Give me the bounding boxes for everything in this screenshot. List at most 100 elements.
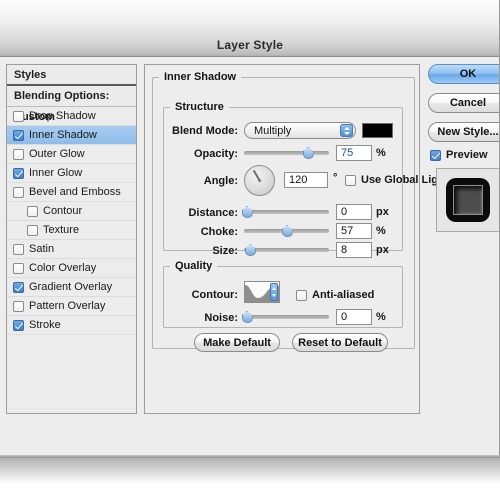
dialog-title: Layer Style: [216, 38, 284, 52]
size-slider-knob[interactable]: [244, 244, 256, 256]
effect-row[interactable]: Texture: [7, 221, 136, 240]
distance-slider-knob[interactable]: [241, 206, 253, 218]
effect-label: Pattern Overlay: [29, 300, 106, 312]
checkbox-icon[interactable]: [27, 205, 38, 217]
distance-label: Distance:: [188, 207, 238, 219]
styles-header[interactable]: Styles: [7, 65, 136, 86]
effect-row[interactable]: Color Overlay: [7, 259, 136, 278]
checkbox-icon[interactable]: [27, 224, 38, 236]
styles-panel: Styles Blending Options: Custom Drop Sha…: [6, 64, 137, 414]
effect-label: Contour: [43, 205, 83, 217]
blend-mode-value: Multiply: [254, 124, 292, 137]
size-slider[interactable]: [244, 243, 329, 257]
checkbox-icon: [345, 174, 356, 186]
noise-unit: %: [376, 311, 386, 323]
distance-input[interactable]: 0: [336, 204, 372, 220]
preview-label: Preview: [446, 149, 488, 161]
preview-shape: [446, 178, 490, 222]
ok-button[interactable]: OK: [428, 64, 499, 84]
checkbox-icon[interactable]: [13, 129, 24, 141]
checkbox-icon[interactable]: [13, 167, 24, 179]
angle-dial-hub: [258, 179, 261, 182]
effect-row[interactable]: Stroke: [7, 316, 136, 335]
effect-row[interactable]: Inner Glow: [7, 164, 136, 183]
effect-label: Outer Glow: [29, 148, 85, 160]
effect-label: Bevel and Emboss: [29, 186, 121, 198]
inner-shadow-group-title: Inner Shadow: [164, 71, 237, 83]
quality-group: Quality Contour: Anti-aliased Noise: 0 %: [163, 260, 403, 328]
blend-mode-label: Blend Mode:: [172, 125, 238, 137]
noise-label: Noise:: [204, 312, 238, 324]
choke-slider-knob[interactable]: [281, 225, 293, 237]
structure-group-title: Structure: [175, 101, 224, 113]
effect-label: Color Overlay: [29, 262, 97, 274]
opacity-slider[interactable]: [244, 146, 329, 160]
effect-label: Drop Shadow: [29, 110, 96, 122]
structure-group: Structure Blend Mode: Multiply Opacity: …: [163, 101, 448, 258]
effect-row[interactable]: Gradient Overlay: [7, 278, 136, 297]
opacity-input[interactable]: 75: [336, 145, 372, 161]
size-slider-track: [244, 248, 329, 252]
effect-row[interactable]: Satin: [7, 240, 136, 259]
checkbox-icon: [430, 149, 441, 161]
angle-input[interactable]: 120: [284, 172, 328, 188]
anti-aliased-checkbox[interactable]: Anti-aliased: [296, 289, 374, 301]
choke-input[interactable]: 57: [336, 223, 372, 239]
checkbox-icon[interactable]: [13, 262, 24, 274]
choke-unit: %: [376, 225, 386, 237]
checkbox-icon[interactable]: [13, 110, 24, 122]
make-default-button[interactable]: Make Default: [194, 333, 280, 352]
checkbox-icon[interactable]: [13, 319, 24, 331]
anti-aliased-label: Anti-aliased: [312, 289, 375, 301]
effect-label: Gradient Overlay: [29, 281, 113, 293]
checkbox-icon[interactable]: [13, 148, 24, 160]
preview-thumbnail: [436, 168, 499, 232]
new-style-button[interactable]: New Style...: [428, 122, 499, 142]
noise-input[interactable]: 0: [336, 309, 372, 325]
shadow-color-swatch[interactable]: [362, 123, 393, 138]
effect-label: Stroke: [29, 319, 61, 331]
distance-slider[interactable]: [241, 205, 329, 219]
contour-preset-picker[interactable]: [244, 281, 280, 303]
opacity-label: Opacity:: [193, 148, 238, 160]
effects-list: Drop Shadow Inner Shadow Outer Glow Inner G…: [7, 107, 136, 335]
contour-label: Contour:: [191, 289, 238, 301]
checkbox-icon[interactable]: [13, 243, 24, 255]
blend-mode-select[interactable]: Multiply: [244, 122, 356, 139]
blending-options-row[interactable]: Blending Options: Custom: [7, 86, 136, 123]
checkbox-icon[interactable]: [13, 186, 24, 198]
cancel-button[interactable]: Cancel: [428, 93, 499, 113]
noise-slider[interactable]: [241, 310, 329, 324]
size-unit: px: [376, 244, 389, 256]
chevron-updown-icon: [270, 283, 278, 301]
dialog-drop-shadow: [0, 458, 500, 484]
effect-row[interactable]: Contour: [7, 202, 136, 221]
distance-unit: px: [376, 206, 389, 218]
checkbox-icon[interactable]: [13, 300, 24, 312]
effect-label: Inner Shadow: [29, 129, 97, 141]
distance-slider-track: [244, 210, 329, 214]
effect-row[interactable]: Inner Shadow: [7, 126, 136, 145]
angle-unit: °: [333, 172, 338, 184]
angle-dial[interactable]: [244, 165, 275, 196]
reset-to-default-button[interactable]: Reset to Default: [292, 333, 388, 352]
opacity-slider-knob[interactable]: [302, 147, 314, 159]
dialog-titlebar[interactable]: Layer Style: [0, 0, 499, 57]
preview-checkbox[interactable]: Preview: [430, 149, 488, 161]
inner-shadow-group: Inner Shadow Structure Blend Mode: Multi…: [152, 71, 448, 352]
noise-slider-knob[interactable]: [241, 311, 253, 323]
effect-row[interactable]: Bevel and Emboss: [7, 183, 136, 202]
effect-label: Satin: [29, 243, 55, 255]
choke-slider[interactable]: [244, 224, 329, 238]
use-global-light-checkbox[interactable]: Use Global Light: [345, 174, 448, 186]
effect-row[interactable]: Outer Glow: [7, 145, 136, 164]
checkbox-icon: [296, 289, 307, 301]
size-input[interactable]: 8: [336, 242, 372, 258]
effect-row[interactable]: Pattern Overlay: [7, 297, 136, 316]
checkbox-icon[interactable]: [13, 281, 24, 293]
effect-label: Inner Glow: [29, 167, 83, 179]
angle-label: Angle:: [203, 175, 238, 187]
choke-label: Choke:: [200, 226, 238, 238]
quality-group-title: Quality: [175, 260, 213, 272]
opacity-slider-track: [244, 151, 329, 155]
